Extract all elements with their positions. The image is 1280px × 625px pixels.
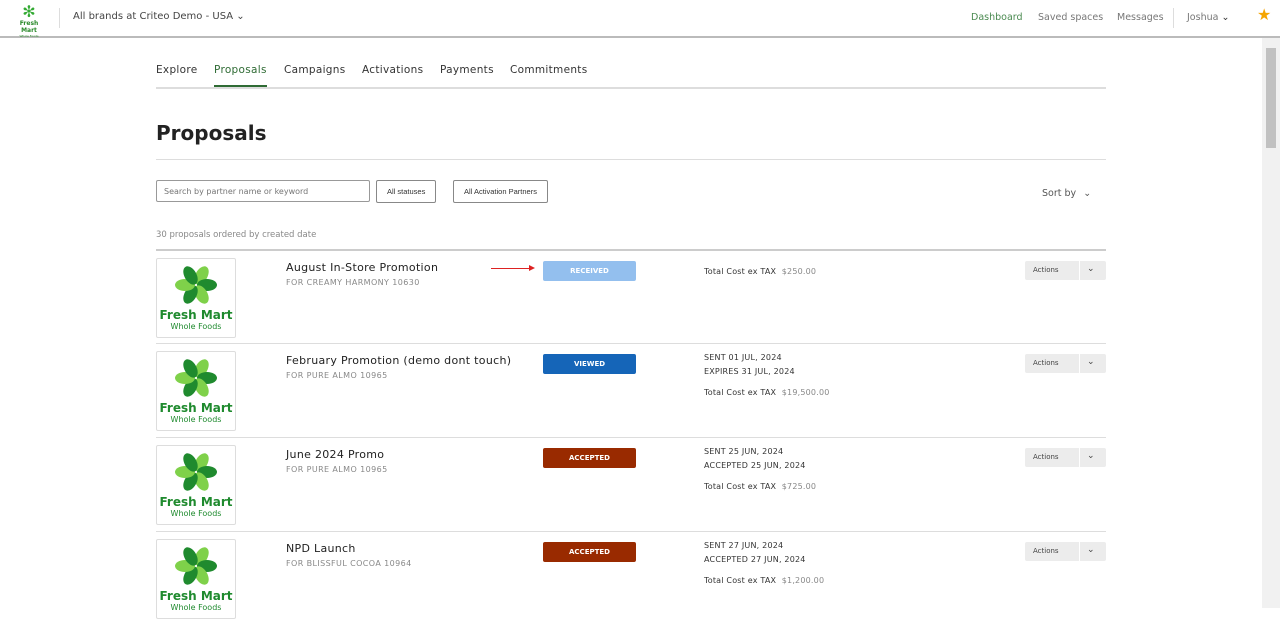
proposal-title[interactable]: NPD Launch — [286, 542, 356, 555]
actions-button[interactable]: Actions ⌄ — [1025, 261, 1106, 280]
status-badge: ACCEPTED — [543, 448, 636, 468]
search-input[interactable] — [156, 180, 370, 202]
proposal-date: EXPIRES 31 JUL, 2024 — [704, 367, 795, 376]
proposal-date: SENT 01 JUL, 2024 — [704, 353, 782, 362]
proposal-row[interactable]: Fresh Mart Whole Foods August In-Store Pr… — [156, 249, 1106, 343]
proposal-partner: FOR PURE ALMO 10965 — [286, 465, 388, 474]
status-badge: RECEIVED — [543, 261, 636, 281]
fresh-mart-logo[interactable]: ✻ Fresh Mart Whole Foods — [12, 3, 46, 38]
brand-logo: Fresh Mart Whole Foods — [156, 539, 236, 619]
tab-activations[interactable]: Activations — [362, 64, 423, 76]
proposal-date: SENT 27 JUN, 2024 — [704, 541, 784, 550]
proposal-title[interactable]: February Promotion (demo dont touch) — [286, 354, 511, 367]
proposal-row[interactable]: Fresh Mart Whole Foods NPD Launch FOR BLI… — [156, 531, 1106, 625]
nav-messages[interactable]: Messages — [1117, 12, 1164, 23]
proposal-partner: FOR CREAMY HARMONY 10630 — [286, 278, 420, 287]
main-tabs: Explore Proposals Campaigns Activations … — [156, 62, 1106, 89]
scrollbar-thumb[interactable] — [1266, 48, 1276, 148]
brand-logo: Fresh Mart Whole Foods — [156, 445, 236, 525]
brand-selector[interactable]: All brands at Criteo Demo - USA ⌄ — [73, 11, 245, 22]
divider — [156, 159, 1106, 160]
brand-logo: Fresh Mart Whole Foods — [156, 351, 236, 431]
status-badge: VIEWED — [543, 354, 636, 374]
proposal-title[interactable]: June 2024 Promo — [286, 448, 384, 461]
chevron-down-icon: ⌄ — [236, 11, 245, 22]
proposal-date: ACCEPTED 27 JUN, 2024 — [704, 555, 806, 564]
chevron-down-icon: ⌄ — [1221, 12, 1230, 23]
tab-explore[interactable]: Explore — [156, 64, 198, 76]
actions-button[interactable]: Actions ⌄ — [1025, 448, 1106, 467]
proposal-date: ACCEPTED 25 JUN, 2024 — [704, 461, 806, 470]
tab-proposals[interactable]: Proposals — [214, 64, 267, 87]
tab-payments[interactable]: Payments — [440, 64, 494, 76]
actions-button[interactable]: Actions ⌄ — [1025, 354, 1106, 373]
status-badge: ACCEPTED — [543, 542, 636, 562]
partner-filter-button[interactable]: All Activation Partners — [453, 180, 548, 203]
proposal-row[interactable]: Fresh Mart Whole Foods February Promotion… — [156, 343, 1106, 437]
divider — [59, 8, 60, 28]
result-count: 30 proposals ordered by created date — [156, 230, 317, 240]
actions-button[interactable]: Actions ⌄ — [1025, 542, 1106, 561]
status-filter-button[interactable]: All statuses — [376, 180, 437, 203]
divider — [1173, 8, 1174, 28]
total-cost: Total Cost ex TAX $19,500.00 — [704, 388, 830, 397]
nav-dashboard[interactable]: Dashboard — [971, 12, 1023, 23]
proposal-title[interactable]: August In-Store Promotion — [286, 261, 438, 274]
total-cost: Total Cost ex TAX $1,200.00 — [704, 576, 825, 585]
proposal-partner: FOR BLISSFUL COCOA 10964 — [286, 559, 412, 568]
top-bar: ✻ Fresh Mart Whole Foods All brands at C… — [0, 0, 1280, 38]
total-cost: Total Cost ex TAX $725.00 — [704, 482, 817, 491]
arrow-annotation-icon — [491, 265, 535, 271]
user-menu[interactable]: Joshua ⌄ — [1187, 12, 1229, 23]
chevron-down-icon[interactable]: ⌄ — [1087, 264, 1095, 274]
proposal-partner: FOR PURE ALMO 10965 — [286, 371, 388, 380]
star-icon[interactable]: ★ — [1257, 5, 1271, 24]
brand-logo: Fresh Mart Whole Foods — [156, 258, 236, 338]
chevron-down-icon[interactable]: ⌄ — [1087, 545, 1095, 555]
proposal-date: SENT 25 JUN, 2024 — [704, 447, 784, 456]
tab-campaigns[interactable]: Campaigns — [284, 64, 346, 76]
sort-dropdown[interactable]: Sort by ⌄ — [1042, 188, 1091, 199]
nav-saved-spaces[interactable]: Saved spaces — [1038, 12, 1103, 23]
chevron-down-icon: ⌄ — [1083, 188, 1092, 199]
tab-commitments[interactable]: Commitments — [510, 64, 587, 76]
chevron-down-icon[interactable]: ⌄ — [1087, 357, 1095, 367]
total-cost: Total Cost ex TAX $250.00 — [704, 267, 817, 276]
page-title: Proposals — [156, 121, 267, 145]
chevron-down-icon[interactable]: ⌄ — [1087, 451, 1095, 461]
proposal-row[interactable]: Fresh Mart Whole Foods June 2024 Promo FO… — [156, 437, 1106, 531]
